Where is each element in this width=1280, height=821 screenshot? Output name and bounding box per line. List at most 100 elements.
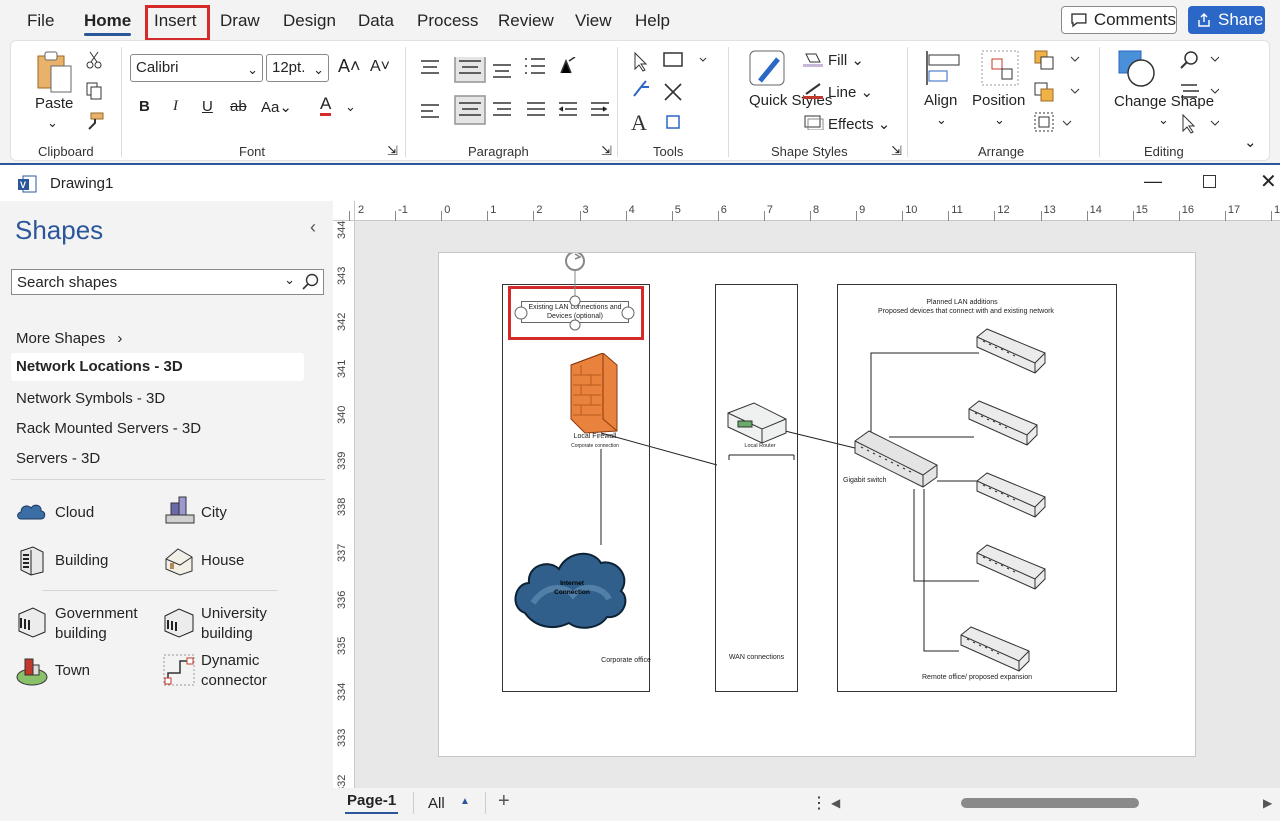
ruler-tick xyxy=(994,211,996,221)
ruler-tick-label: 343 xyxy=(336,266,348,286)
divider xyxy=(11,479,325,480)
add-page-icon[interactable]: + xyxy=(498,790,510,813)
tab-process[interactable]: Process xyxy=(417,11,478,31)
font-color-icon[interactable]: A xyxy=(320,95,332,116)
cut-icon[interactable] xyxy=(85,50,103,70)
close-icon[interactable]: ✕ xyxy=(1260,169,1277,194)
grow-font-icon[interactable]: A˄ xyxy=(338,56,361,77)
paragraph-align-icons[interactable] xyxy=(419,57,609,127)
tab-data[interactable]: Data xyxy=(358,11,394,31)
editing-small-icons[interactable] xyxy=(1179,49,1229,135)
underline-icon[interactable]: U xyxy=(202,98,213,115)
collapse-pane-chevron-left-icon[interactable]: ‹ xyxy=(310,217,316,238)
paste-icon[interactable] xyxy=(35,50,75,94)
share-button[interactable]: Share xyxy=(1188,6,1265,34)
drawing-canvas[interactable]: 2-10123456789101112131415161718 34434334… xyxy=(333,201,1280,788)
stencil-rack-mounted-servers-3d[interactable]: Rack Mounted Servers - 3D xyxy=(16,420,201,437)
stencil-network-symbols-3d[interactable]: Network Symbols - 3D xyxy=(16,390,165,407)
wan-container[interactable] xyxy=(715,284,798,692)
maximize-icon[interactable] xyxy=(1203,175,1216,188)
stencil-servers-3d[interactable]: Servers - 3D xyxy=(16,450,100,467)
font-dialog-launcher-icon[interactable]: ⇲ xyxy=(387,143,398,159)
switch-icon-5[interactable] xyxy=(959,625,1031,673)
more-options-icon[interactable]: ⋮ xyxy=(811,793,827,813)
horizontal-scrollbar-thumb[interactable] xyxy=(961,798,1139,808)
tab-design[interactable]: Design xyxy=(283,11,336,31)
ruler-tick-label: 340 xyxy=(336,405,348,424)
chevron-down-icon[interactable]: ⌄ xyxy=(994,112,1005,128)
scroll-left-icon[interactable]: ◀ xyxy=(831,796,840,810)
search-shapes-input[interactable]: Search shapes ⌄ xyxy=(11,269,324,295)
pages-up-arrow-icon[interactable]: ▲ xyxy=(460,796,470,807)
more-shapes-link[interactable]: More Shapes › xyxy=(16,330,122,347)
position-icon[interactable] xyxy=(980,49,1020,87)
tools-icons[interactable]: A xyxy=(630,50,720,140)
ruler-tick xyxy=(625,211,627,221)
firewall-icon[interactable] xyxy=(567,353,619,435)
switch-icon-4[interactable] xyxy=(975,543,1047,591)
switch-icon-2[interactable] xyxy=(967,399,1039,447)
ruler-tick xyxy=(1132,211,1134,221)
page-tab-page-1[interactable]: Page-1 xyxy=(344,792,399,814)
italic-icon[interactable]: I xyxy=(173,98,178,115)
chevron-down-icon[interactable]: ⌄ xyxy=(936,112,947,128)
ruler-tick-label: 11 xyxy=(951,204,963,216)
ruler-tick-label: 334 xyxy=(336,682,348,701)
quick-styles-icon[interactable] xyxy=(748,49,790,93)
ruler-tick-label: 1 xyxy=(490,204,497,216)
government-building-icon xyxy=(18,607,46,638)
all-pages-button[interactable]: All xyxy=(428,795,445,812)
drawing-page[interactable]: Existing LAN connections and Devices (op… xyxy=(438,252,1196,757)
align-label[interactable]: Align xyxy=(924,92,957,109)
shape-styles-dialog-launcher-icon[interactable]: ⇲ xyxy=(891,143,902,159)
change-case-icon[interactable]: Aa⌄ xyxy=(261,98,292,116)
minimize-icon[interactable]: — xyxy=(1144,171,1162,192)
switch-icon-1[interactable] xyxy=(975,327,1047,375)
fill-button[interactable]: Fill ⌄ xyxy=(828,51,864,69)
strikethrough-icon[interactable]: ab xyxy=(230,98,247,115)
copy-icon[interactable] xyxy=(85,81,103,101)
bold-icon[interactable]: B xyxy=(139,98,150,115)
line-button[interactable]: Line ⌄ xyxy=(828,83,873,101)
tab-file[interactable]: File xyxy=(27,11,54,31)
shape-label: University building xyxy=(201,605,267,642)
arrange-small-icons[interactable] xyxy=(1033,49,1083,133)
paste-chevron-icon[interactable]: ⌄ xyxy=(47,115,58,131)
font-name-select[interactable]: Calibri ⌄ xyxy=(130,54,263,82)
position-label[interactable]: Position xyxy=(972,92,1025,109)
tab-home[interactable]: Home xyxy=(84,11,132,36)
paste-label[interactable]: Paste xyxy=(35,95,73,112)
fill-line-effects-icons xyxy=(803,53,824,130)
tab-draw[interactable]: Draw xyxy=(220,11,260,31)
router-icon[interactable] xyxy=(726,399,788,445)
collapse-ribbon-chevron-icon[interactable]: ⌄ xyxy=(1244,133,1257,151)
effects-button[interactable]: Effects ⌄ xyxy=(828,115,890,133)
font-size-select[interactable]: 12pt. ⌄ xyxy=(266,54,329,82)
selection-handles[interactable] xyxy=(513,253,637,333)
chevron-down-icon[interactable]: ⌄ xyxy=(345,99,356,115)
change-shape-icon[interactable] xyxy=(1117,49,1157,89)
scroll-right-icon[interactable]: ▶ xyxy=(1263,796,1272,810)
align-icon[interactable] xyxy=(923,49,963,87)
switch-icon-3[interactable] xyxy=(975,471,1047,519)
format-painter-icon[interactable] xyxy=(85,111,105,131)
stencil-network-locations-3d[interactable]: Network Locations - 3D xyxy=(11,353,304,381)
comment-icon xyxy=(1071,13,1087,28)
visio-app-icon: V xyxy=(18,175,37,193)
paragraph-dialog-launcher-icon[interactable]: ⇲ xyxy=(601,143,612,159)
tab-view[interactable]: View xyxy=(575,11,612,31)
font-group-label: Font xyxy=(239,144,266,159)
document-title-bar: V Drawing1 — ✕ xyxy=(0,163,1280,201)
horizontal-ruler: 2-10123456789101112131415161718 xyxy=(349,201,1280,221)
ruler-tick xyxy=(349,211,350,221)
internet-label: Internet Connection xyxy=(540,579,604,597)
tab-review[interactable]: Review xyxy=(498,11,554,31)
shrink-font-icon[interactable]: A˅ xyxy=(370,58,390,76)
ruler-tick xyxy=(671,211,673,221)
chevron-down-icon[interactable]: ⌄ xyxy=(284,272,295,288)
ruler-tick-label: 338 xyxy=(336,497,348,517)
chevron-down-icon[interactable]: ⌄ xyxy=(1158,112,1169,128)
comments-button[interactable]: Comments xyxy=(1061,6,1177,34)
tab-help[interactable]: Help xyxy=(635,11,670,31)
search-icon[interactable] xyxy=(302,273,320,291)
